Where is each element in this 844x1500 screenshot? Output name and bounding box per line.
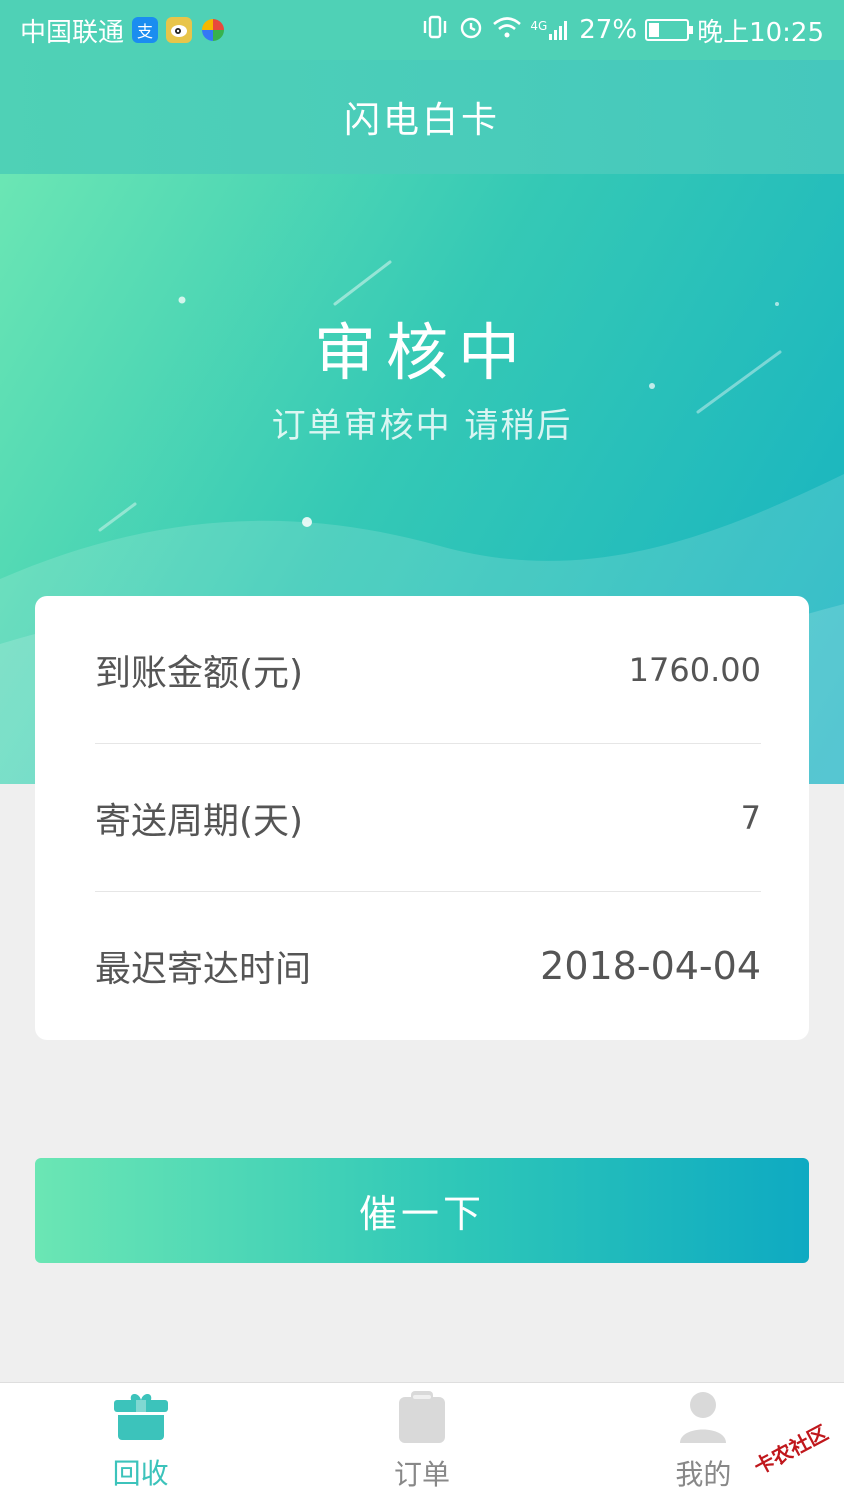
review-status-title: 审核中 (313, 316, 530, 389)
page-title: 闪电白卡 (343, 100, 500, 141)
weibo-icon (166, 17, 193, 43)
nav-label-recycle: 回收 (112, 1456, 169, 1490)
urge-button[interactable]: 催一下 (35, 1158, 809, 1263)
shipping-period-value: 7 (740, 798, 761, 837)
battery-level (649, 23, 660, 37)
nav-label-mine: 我的 (675, 1457, 732, 1491)
nav-label-orders: 订单 (393, 1457, 450, 1491)
info-row-deadline: 最迟寄达时间 2018-04-04 (95, 892, 761, 1040)
battery-percent: 27% (579, 15, 638, 45)
info-row-shipping-period: 寄送周期(天) 7 (95, 744, 761, 892)
nav-item-recycle[interactable]: 回收 (0, 1383, 281, 1500)
status-left: 中国联通 支 (20, 12, 226, 49)
shipping-period-label: 寄送周期(天) (95, 800, 304, 842)
nav-item-orders[interactable]: 订单 (281, 1383, 562, 1500)
bottom-nav: 回收 订单 我的 (0, 1382, 844, 1500)
battery-icon (645, 19, 694, 41)
order-info-card: 到账金额(元) 1760.00 寄送周期(天) 7 最迟寄达时间 2018-04… (35, 596, 809, 1040)
alipay-icon: 支 (132, 17, 159, 43)
deadline-value: 2018-04-04 (540, 944, 761, 988)
user-icon (678, 1391, 728, 1447)
vibrate-icon (420, 15, 450, 45)
info-row-amount: 到账金额(元) 1760.00 (95, 596, 761, 744)
alarm-icon (458, 14, 484, 46)
clock: 晚上10:25 (697, 17, 824, 48)
amount-label: 到账金额(元) (95, 652, 304, 694)
carrier-name: 中国联通 (20, 17, 125, 48)
review-status-subtitle: 订单审核中 请稍后 (271, 406, 573, 446)
deadline-label: 最迟寄达时间 (95, 949, 312, 990)
gift-box-icon (113, 1392, 168, 1446)
signal-icon: 4G (530, 19, 571, 41)
sync-app-icon (200, 17, 226, 43)
status-right: 4G 27% 晚上10:25 (420, 12, 824, 49)
status-bar: 中国联通 支 4G 27% 晚上10:25 (0, 0, 844, 60)
clipboard-icon (397, 1390, 447, 1447)
wifi-icon (492, 15, 522, 45)
app-header: 闪电白卡 (0, 60, 844, 174)
network-type: 4G (530, 19, 548, 33)
amount-value: 1760.00 (628, 650, 761, 689)
